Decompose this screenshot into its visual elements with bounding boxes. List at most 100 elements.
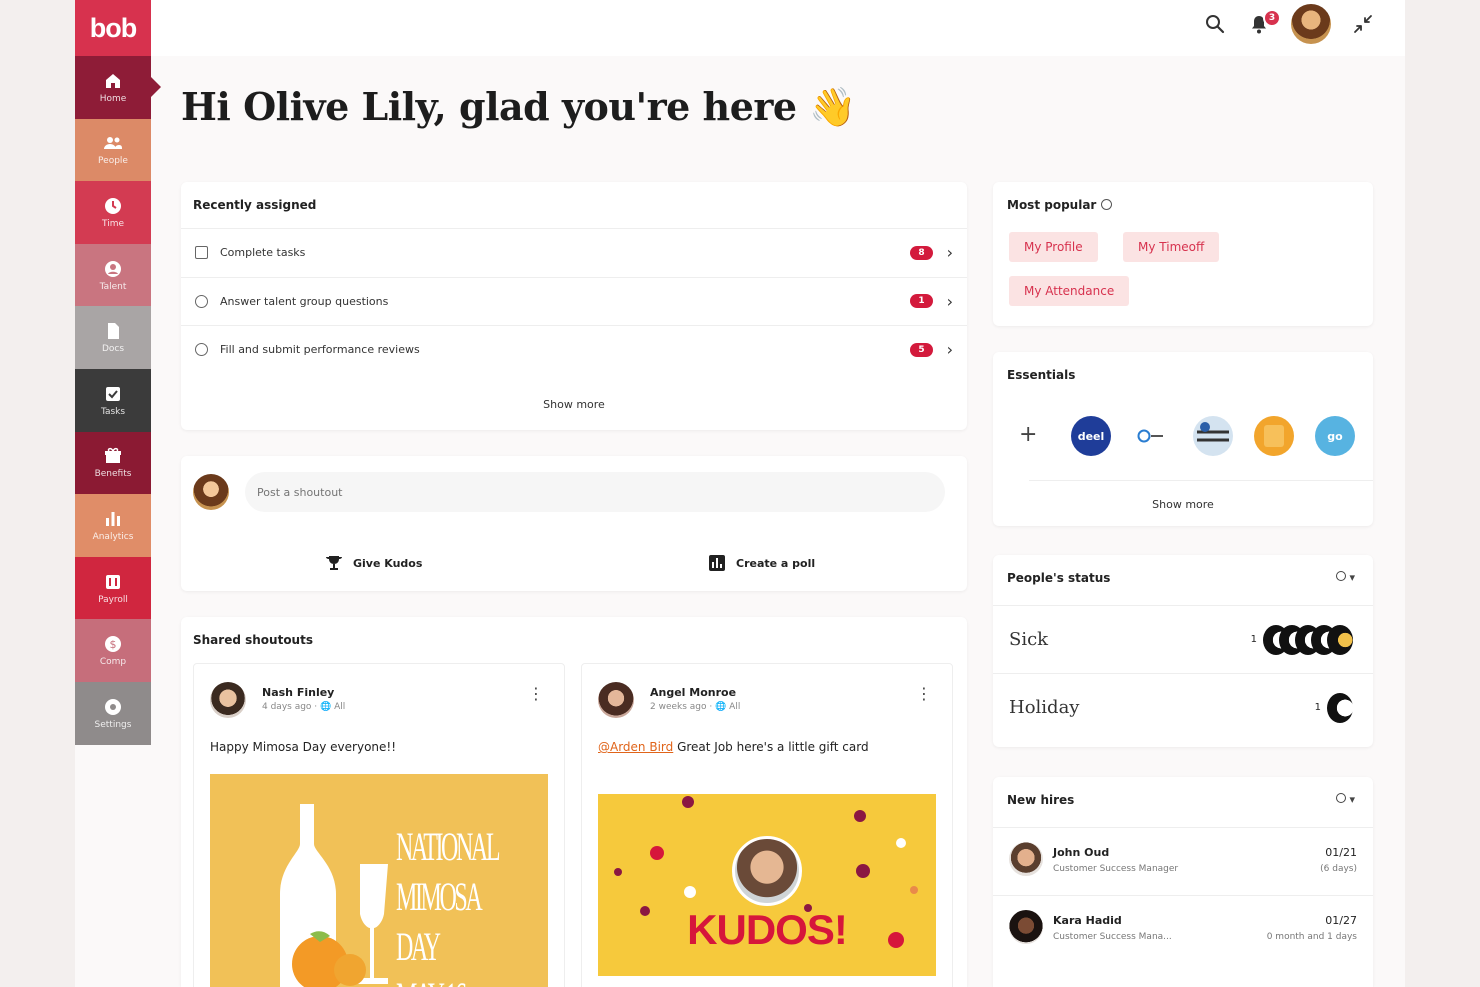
sidebar-item-people[interactable]: People: [75, 118, 151, 182]
sidebar-item-docs[interactable]: Docs: [75, 306, 151, 369]
sidebar-item-label: Payroll: [98, 594, 128, 605]
task-row[interactable]: Answer talent group questions 1 ›: [181, 276, 967, 325]
talent-icon: [103, 259, 123, 279]
go-app-icon[interactable]: go: [1315, 416, 1355, 456]
filter-icon: [1335, 793, 1346, 803]
mention-link[interactable]: @Arden Bird: [598, 740, 673, 754]
gift-icon: [103, 446, 123, 466]
kudos-image: KUDOS!: [598, 794, 936, 976]
most-popular-title: Most popular: [1007, 198, 1112, 212]
deel-app-icon[interactable]: deel: [1071, 416, 1111, 456]
status-count: 1: [1250, 634, 1257, 645]
mimosa-day-image: NATIONAL MIMOSA DAY MAY 16: [210, 774, 548, 987]
avatar-stack: 1: [1310, 690, 1357, 725]
create-poll-button[interactable]: Create a poll: [708, 554, 815, 572]
sidebar-item-analytics[interactable]: Analytics: [75, 494, 151, 557]
sidebar-item-time[interactable]: Time: [75, 181, 151, 244]
sidebar-item-label: Home: [99, 93, 127, 104]
post-meta: 2 weeks ago · 🌐 All: [650, 702, 741, 712]
sidebar-item-talent[interactable]: Talent: [75, 243, 151, 307]
trophy-icon: [326, 556, 342, 570]
tasks-icon: [103, 384, 123, 404]
shared-shoutouts-card: Shared shoutouts Nash Finley 4 days ago …: [181, 617, 967, 987]
new-hire-name: Kara Hadid: [1053, 914, 1122, 927]
chevron-right-icon: ›: [946, 340, 953, 359]
people-icon: [103, 133, 123, 153]
sidebar-item-tasks[interactable]: Tasks: [75, 368, 151, 432]
status-row-holiday[interactable]: Holiday 1: [993, 673, 1373, 741]
status-label: Sick: [1009, 629, 1049, 650]
sidebar-item-label: Docs: [101, 344, 125, 355]
shoutout-message: Happy Mimosa Day everyone!!: [210, 740, 397, 754]
notifications-button[interactable]: 3: [1247, 9, 1281, 36]
home-icon: [103, 71, 123, 91]
new-hire-row[interactable]: John Oud Customer Success Manager 01/21 …: [993, 827, 1373, 895]
gear-icon: [103, 697, 123, 717]
info-icon: [1100, 199, 1112, 210]
task-label: Fill and submit performance reviews: [220, 343, 420, 356]
more-options-icon[interactable]: ⋮: [528, 684, 544, 703]
task-count-badge: 8: [910, 245, 933, 260]
author-avatar: [210, 682, 246, 718]
folder-app-icon[interactable]: [1254, 416, 1294, 456]
chevron-right-icon: ›: [946, 243, 953, 262]
new-hire-date: 01/21: [1325, 846, 1357, 859]
search-icon: [1206, 15, 1225, 34]
user-avatar[interactable]: [1291, 4, 1331, 44]
peoples-status-card: People's status ▾ Sick 1 Holiday 1: [993, 555, 1373, 747]
create-poll-label: Create a poll: [736, 556, 816, 570]
sidebar-item-label: People: [98, 156, 128, 167]
sidebar-item-label: Time: [101, 218, 125, 229]
avatar-stack: 1: [1246, 622, 1357, 657]
status-count: 1: [1314, 702, 1321, 713]
notification-badge: 3: [1263, 9, 1281, 27]
sidebar-item-label: Comp: [99, 657, 127, 668]
key-app-icon[interactable]: [1132, 416, 1172, 456]
new-hires-title: New hires: [1007, 793, 1075, 807]
author-avatar: [598, 682, 634, 718]
sidebar-item-label: Analytics: [92, 531, 134, 542]
shortcut-my-profile[interactable]: My Profile: [1009, 232, 1098, 262]
chevron-right-icon: ›: [946, 291, 953, 311]
sidebar-item-settings[interactable]: Settings: [75, 681, 151, 745]
status-filter-dropdown[interactable]: ▾: [1335, 571, 1355, 584]
bob-logo[interactable]: bob: [75, 0, 151, 56]
kudos-text: KUDOS!: [687, 906, 848, 953]
shortcut-my-timeoff[interactable]: My Timeoff: [1123, 232, 1220, 262]
dollar-icon: $: [103, 634, 123, 654]
globe-app-icon[interactable]: [1193, 416, 1233, 456]
more-options-icon[interactable]: ⋮: [916, 684, 932, 703]
shoutout-input[interactable]: [245, 472, 945, 512]
filter-icon: [1335, 571, 1346, 581]
new-hire-role: Customer Success Mana...: [1053, 932, 1172, 942]
essentials-title: Essentials: [1007, 368, 1076, 382]
checkbox-circle-icon: [195, 343, 208, 356]
topbar: 3: [151, 0, 1405, 56]
shortcut-my-attendance[interactable]: My Attendance: [1009, 276, 1130, 306]
status-row-sick[interactable]: Sick 1: [993, 605, 1373, 673]
sidebar-item-home[interactable]: Home: [75, 56, 161, 119]
add-app-button[interactable]: +: [1019, 422, 1037, 447]
sidebar-item-comp[interactable]: $ Comp: [75, 619, 151, 682]
shared-shoutouts-title: Shared shoutouts: [193, 633, 313, 647]
task-row[interactable]: Complete tasks 8 ›: [181, 228, 967, 276]
clock-icon: [103, 196, 123, 216]
show-more-apps-button[interactable]: Show more: [993, 498, 1373, 511]
shoutout-card[interactable]: Angel Monroe 2 weeks ago · 🌐 All ⋮ @Arde…: [581, 663, 953, 987]
search-button[interactable]: [1203, 12, 1227, 36]
task-row[interactable]: Fill and submit performance reviews 5 ›: [181, 325, 967, 373]
sidebar-item-payroll[interactable]: Payroll: [75, 556, 151, 620]
author-name: Nash Finley: [262, 686, 335, 699]
new-hires-filter-dropdown[interactable]: ▾: [1335, 793, 1355, 806]
sidebar-item-label: Talent: [99, 281, 127, 292]
task-count-badge: 1: [910, 294, 933, 308]
shoutout-card[interactable]: Nash Finley 4 days ago · 🌐 All ⋮ Happy M…: [193, 663, 565, 987]
collapse-arrows-icon: [1354, 15, 1372, 33]
give-kudos-button[interactable]: Give Kudos: [325, 554, 422, 572]
collapse-button[interactable]: [1351, 12, 1375, 36]
task-count-badge: 5: [910, 342, 933, 357]
kudos-person-photo: [732, 836, 802, 906]
new-hire-row[interactable]: Kara Hadid Customer Success Mana... 01/2…: [993, 895, 1373, 963]
show-more-tasks-button[interactable]: Show more: [181, 398, 967, 411]
sidebar-item-benefits[interactable]: Benefits: [75, 431, 151, 495]
